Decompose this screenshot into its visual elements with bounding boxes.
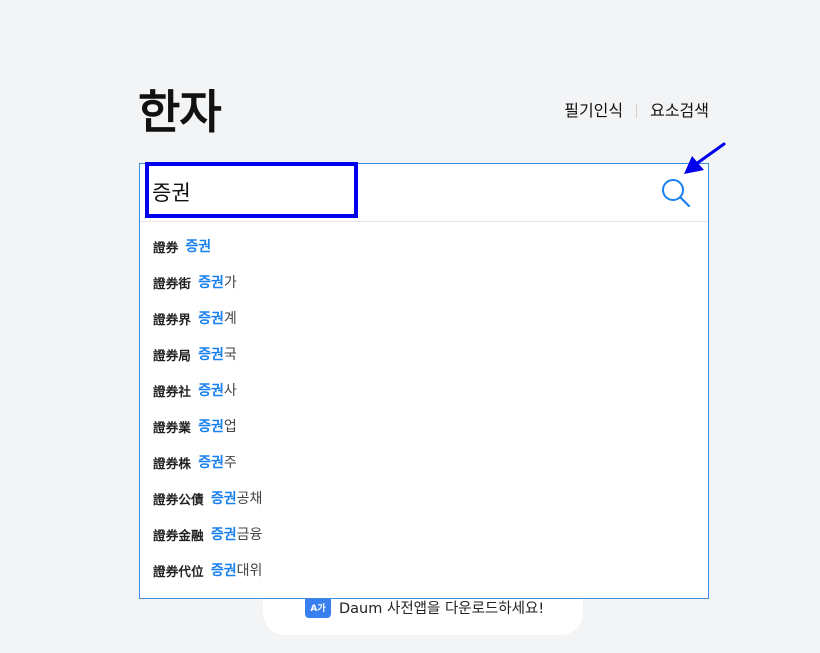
page-title: 한자: [138, 85, 222, 139]
banner-content: A가 Daum 사전앱을 다운로드하세요!: [305, 596, 544, 618]
suggestion-item[interactable]: 證券界 증권 계: [140, 300, 708, 336]
suggestion-hanja: 證券局: [153, 347, 192, 363]
suggestion-rest: 사: [223, 383, 237, 399]
suggestion-rest: 금융: [236, 527, 263, 543]
suggestion-match: 증권: [210, 491, 237, 507]
suggestion-item[interactable]: 證券社 증권 사: [140, 372, 708, 408]
suggestion-hanja: 證券: [153, 239, 179, 255]
suggestion-match: 증권: [198, 275, 224, 291]
suggestion-hanja: 證券業: [153, 419, 192, 435]
suggestion-rest: 대위: [236, 563, 263, 579]
suggestion-item[interactable]: 證券金融 증권 금융: [140, 516, 708, 552]
suggestion-match: 증권: [210, 527, 237, 543]
suggestion-rest: 국: [223, 347, 237, 363]
link-divider: [636, 104, 638, 118]
suggestion-match: 증권: [198, 311, 224, 327]
suggestion-hanja: 證券街: [153, 275, 192, 291]
search-box: 證券증권 證券街증권가 證券界증권계 證券局증권국 證券社증권사 證券業증권업 …: [139, 162, 709, 599]
search-row: [140, 162, 708, 222]
suggestion-hanja: 證券社: [153, 383, 192, 399]
banner-text: Daum 사전앱을 다운로드하세요!: [339, 600, 545, 617]
suggestion-item[interactable]: 證券街 증권 가: [140, 264, 708, 300]
suggestion-match: 증권: [185, 239, 212, 255]
suggestion-match: 증권: [210, 563, 237, 579]
suggestion-match: 증권: [198, 419, 224, 435]
suggestion-item[interactable]: 證券代位 증권 대위: [140, 552, 708, 588]
arrow-pointer-icon: [684, 142, 726, 174]
suggestion-hanja: 證券金融: [153, 527, 204, 543]
search-input[interactable]: [152, 174, 552, 210]
suggestion-item[interactable]: 證券業 증권 업: [140, 408, 708, 444]
suggestion-rest: 가: [223, 275, 237, 291]
top-links: 필기인식 요소검색: [564, 101, 709, 121]
suggestion-rest: 계: [223, 311, 237, 327]
suggestion-list: 證券 증권 證券街 증권 가 證券界 증권 계 證券局 증권 국 證券社 증권 사 證券業 증권 업 …: [140, 222, 708, 588]
suggestion-hanja: 證券界: [153, 311, 192, 327]
suggestion-match: 증권: [198, 455, 224, 471]
handwriting-link[interactable]: 필기인식: [564, 101, 623, 121]
suggestion-item[interactable]: 證券株 증권 주: [140, 444, 708, 480]
suggestion-rest: 주: [223, 455, 237, 471]
suggestion-hanja: 證券代位: [153, 563, 204, 579]
suggestion-match: 증권: [198, 383, 224, 399]
suggestion-match: 증권: [198, 347, 224, 363]
suggestion-rest: 업: [223, 419, 237, 435]
suggestion-item[interactable]: 證券公債 증권 공채: [140, 480, 708, 516]
radical-search-link[interactable]: 요소검색: [650, 101, 709, 121]
suggestion-item[interactable]: 證券局 증권 국: [140, 336, 708, 372]
suggestion-item[interactable]: 證券 증권: [140, 228, 708, 264]
suggestion-rest: 공채: [236, 491, 263, 507]
dictionary-app-icon: A가: [305, 596, 331, 618]
suggestion-hanja: 證券公債: [153, 491, 204, 507]
suggestion-hanja: 證券株: [153, 455, 192, 471]
